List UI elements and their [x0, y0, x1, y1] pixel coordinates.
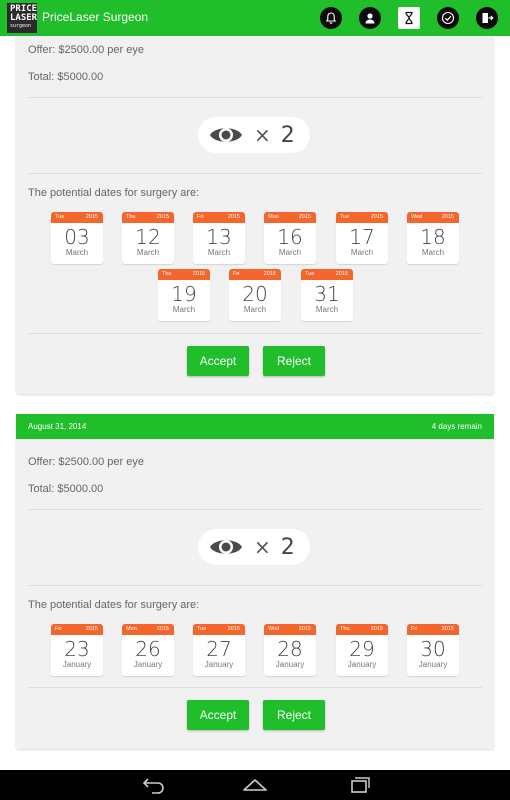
app-logo: PRICE LASER surgeon: [7, 3, 37, 33]
date-month: March: [243, 305, 267, 314]
card-header: August 31, 2014 4 days remain: [16, 414, 494, 439]
date-tile[interactable]: Thu 2015 29 January: [336, 624, 388, 676]
app-bar: PRICE LASER surgeon PriceLaser Surgeon: [0, 0, 510, 36]
date-month: January: [133, 660, 163, 669]
eye-count-pill: × 2: [198, 529, 310, 565]
date-month: March: [278, 248, 302, 257]
date-day: 12: [135, 225, 161, 249]
days-remaining: 4 days remain: [431, 422, 482, 431]
offer-text: Offer: $2500.00 per eye: [28, 44, 144, 56]
date-tile[interactable]: Mon 2015 16 March: [264, 212, 316, 264]
date-tile[interactable]: Thu 2015 19 March: [158, 269, 210, 321]
reject-button[interactable]: Reject: [263, 346, 325, 376]
date-day: 27: [206, 637, 232, 661]
date-day: 29: [349, 637, 375, 661]
date-tile[interactable]: Tue 2015 27 January: [193, 624, 245, 676]
system-nav-bar: [0, 770, 510, 800]
dates-label: The potential dates for surgery are:: [28, 187, 200, 199]
date-day: 28: [277, 637, 303, 661]
date-month: January: [418, 660, 448, 669]
date-tile[interactable]: Fri 2015 23 January: [51, 624, 103, 676]
eye-icon: [210, 128, 242, 142]
eye-icon: [210, 540, 242, 554]
times-symbol: ×: [254, 123, 271, 147]
times-symbol: ×: [254, 535, 271, 559]
date-month: January: [62, 660, 92, 669]
divider: [28, 585, 482, 586]
offer-text: Offer: $2500.00 per eye: [28, 456, 144, 468]
date-month: January: [275, 660, 305, 669]
date-day: 19: [171, 282, 197, 306]
date-day: 31: [314, 282, 340, 306]
date-day: 16: [277, 225, 303, 249]
hourglass-icon[interactable]: [398, 7, 420, 29]
divider: [28, 333, 482, 334]
offer-card-1: Offer: $2500.00 per eye Total: $5000.00 …: [16, 36, 494, 394]
divider: [28, 687, 482, 688]
bell-icon[interactable]: [320, 7, 342, 29]
date-month: March: [172, 305, 196, 314]
date-day: 23: [64, 637, 90, 661]
date-tile[interactable]: Tue 2015 17 March: [336, 212, 388, 264]
date-day: 18: [420, 225, 446, 249]
accept-button[interactable]: Accept: [187, 346, 249, 376]
app-title: PriceLaser Surgeon: [42, 10, 149, 24]
date-month: March: [65, 248, 89, 257]
offer-card-2: August 31, 2014 4 days remain Offer: $25…: [16, 414, 494, 749]
eye-count: 2: [280, 122, 295, 148]
recents-icon[interactable]: [344, 776, 374, 794]
date-tile[interactable]: Fri 2015 20 March: [229, 269, 281, 321]
accept-button[interactable]: Accept: [187, 700, 249, 730]
date-month: January: [204, 660, 234, 669]
date-day: 03: [64, 225, 90, 249]
home-icon[interactable]: [240, 776, 270, 794]
logout-icon[interactable]: [476, 7, 498, 29]
date-day: 20: [242, 282, 268, 306]
date-tile[interactable]: Wed 2015 28 January: [264, 624, 316, 676]
date-tile[interactable]: Thu 2015 12 March: [122, 212, 174, 264]
logo-line-3: surgeon: [10, 23, 32, 29]
total-text: Total: $5000.00: [28, 483, 104, 495]
date-tile[interactable]: Wed 2015 18 March: [407, 212, 459, 264]
date-month: March: [350, 248, 374, 257]
date-tile[interactable]: Tue 2015 03 March: [51, 212, 103, 264]
date-tile[interactable]: Tue 2015 31 March: [301, 269, 353, 321]
date-tile[interactable]: Mon 2015 26 January: [122, 624, 174, 676]
date-month: March: [207, 248, 231, 257]
dates-label: The potential dates for surgery are:: [28, 599, 200, 611]
check-icon[interactable]: [437, 7, 459, 29]
date-day: 26: [135, 637, 161, 661]
offer-date: August 31, 2014: [28, 422, 87, 431]
date-month: March: [421, 248, 445, 257]
reject-button[interactable]: Reject: [263, 700, 325, 730]
eye-count: 2: [280, 534, 295, 560]
date-tile[interactable]: Fri 2015 13 March: [193, 212, 245, 264]
back-icon[interactable]: [138, 776, 168, 794]
toolbar-actions: [320, 7, 498, 29]
divider: [28, 97, 482, 98]
divider: [28, 509, 482, 510]
date-month: March: [315, 305, 339, 314]
logo-line-2: LASER: [10, 13, 37, 23]
date-tile[interactable]: Fri 2015 30 January: [407, 624, 459, 676]
date-day: 13: [206, 225, 232, 249]
profile-icon[interactable]: [359, 7, 381, 29]
date-month: January: [347, 660, 377, 669]
eye-count-pill: × 2: [198, 117, 310, 153]
date-day: 17: [349, 225, 375, 249]
date-month: March: [136, 248, 160, 257]
divider: [28, 173, 482, 174]
total-text: Total: $5000.00: [28, 71, 104, 83]
date-day: 30: [420, 637, 446, 661]
